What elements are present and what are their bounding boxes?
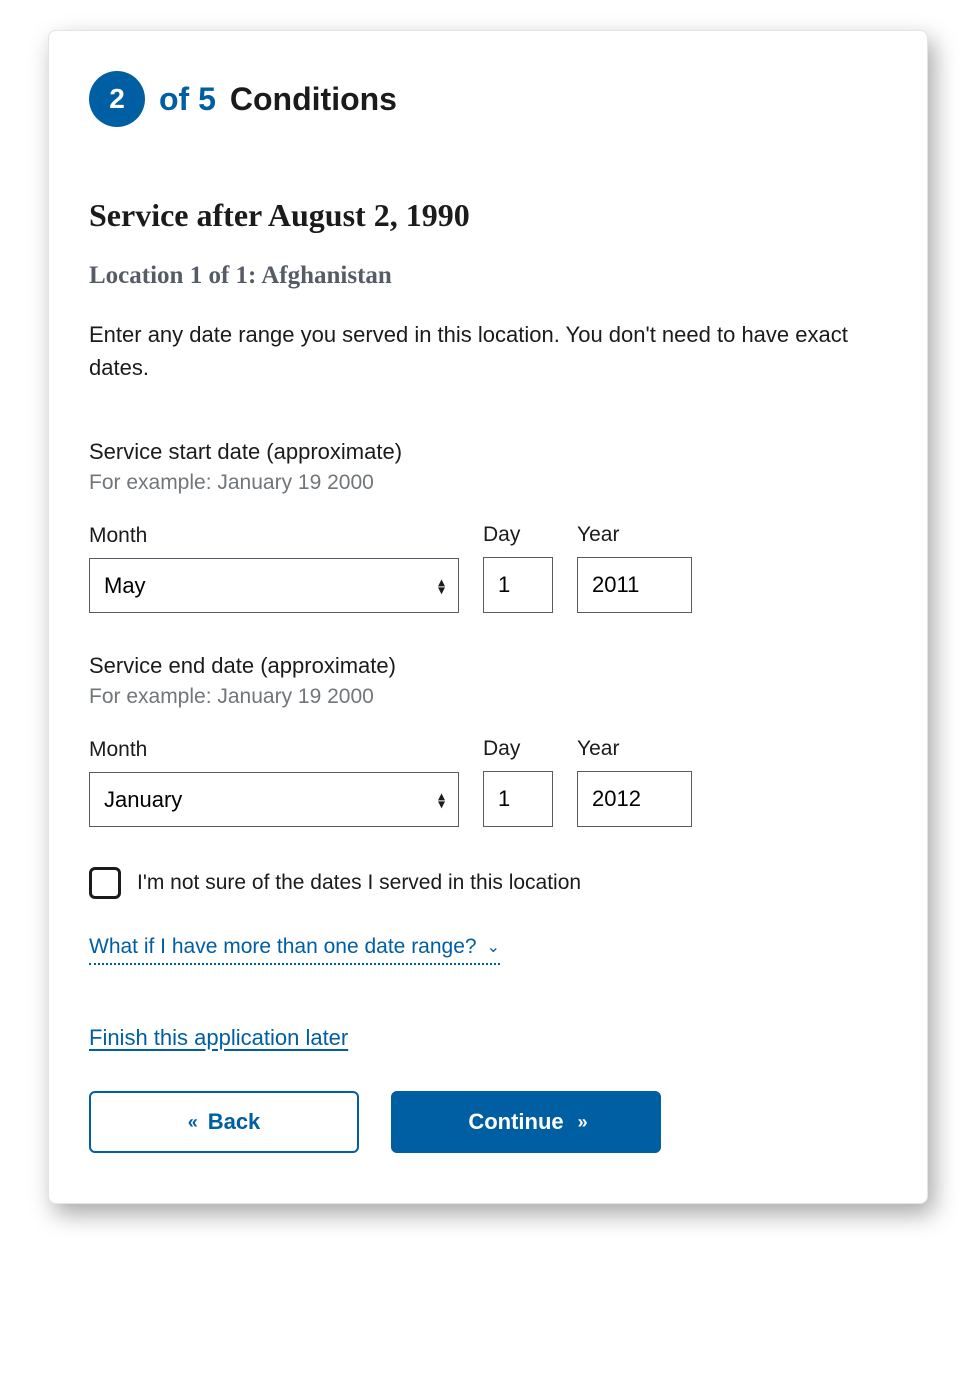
location-heading: Location 1 of 1: Afghanistan	[89, 262, 887, 290]
double-chevron-left-icon: «	[188, 1112, 194, 1133]
end-date-hint: For example: January 19 2000	[89, 685, 887, 709]
start-day-label: Day	[483, 523, 553, 547]
unsure-checkbox-label: I'm not sure of the dates I served in th…	[137, 871, 581, 895]
end-day-label: Day	[483, 737, 553, 761]
start-date-hint: For example: January 19 2000	[89, 471, 887, 495]
expander-label: What if I have more than one date range?	[89, 935, 477, 959]
double-chevron-right-icon: »	[578, 1112, 584, 1133]
step-of-label: of 5	[159, 81, 216, 118]
start-day-input[interactable]	[483, 557, 553, 613]
end-date-row: Month January ▴ ▾ Day Year	[89, 737, 887, 827]
unsure-checkbox[interactable]	[89, 867, 121, 899]
finish-later-link[interactable]: Finish this application later	[89, 1025, 348, 1051]
end-year-input[interactable]	[577, 771, 692, 827]
unsure-checkbox-row: I'm not sure of the dates I served in th…	[89, 867, 887, 899]
progress-indicator: 2 of 5 Conditions	[89, 71, 887, 127]
step-number-badge: 2	[89, 71, 145, 127]
start-year-input[interactable]	[577, 557, 692, 613]
multiple-ranges-expander[interactable]: What if I have more than one date range?…	[89, 935, 500, 965]
end-date-label: Service end date (approximate)	[89, 653, 887, 679]
section-title: Conditions	[230, 81, 397, 118]
instructions-text: Enter any date range you served in this …	[89, 318, 887, 384]
start-date-row: Month May ▴ ▾ Day Year	[89, 523, 887, 613]
end-day-input[interactable]	[483, 771, 553, 827]
start-date-label: Service start date (approximate)	[89, 439, 887, 465]
form-card: 2 of 5 Conditions Service after August 2…	[48, 30, 928, 1204]
start-month-select[interactable]: May	[89, 558, 459, 613]
page-heading: Service after August 2, 1990	[89, 197, 887, 234]
start-year-label: Year	[577, 523, 692, 547]
chevron-down-icon: ⌄	[487, 937, 500, 957]
back-button[interactable]: « Back	[89, 1091, 359, 1153]
end-month-label: Month	[89, 738, 459, 762]
back-button-label: Back	[208, 1109, 261, 1135]
continue-button[interactable]: Continue »	[391, 1091, 661, 1153]
continue-button-label: Continue	[468, 1109, 563, 1135]
start-month-label: Month	[89, 524, 459, 548]
end-year-label: Year	[577, 737, 692, 761]
nav-button-row: « Back Continue »	[89, 1091, 887, 1153]
end-month-select[interactable]: January	[89, 772, 459, 827]
